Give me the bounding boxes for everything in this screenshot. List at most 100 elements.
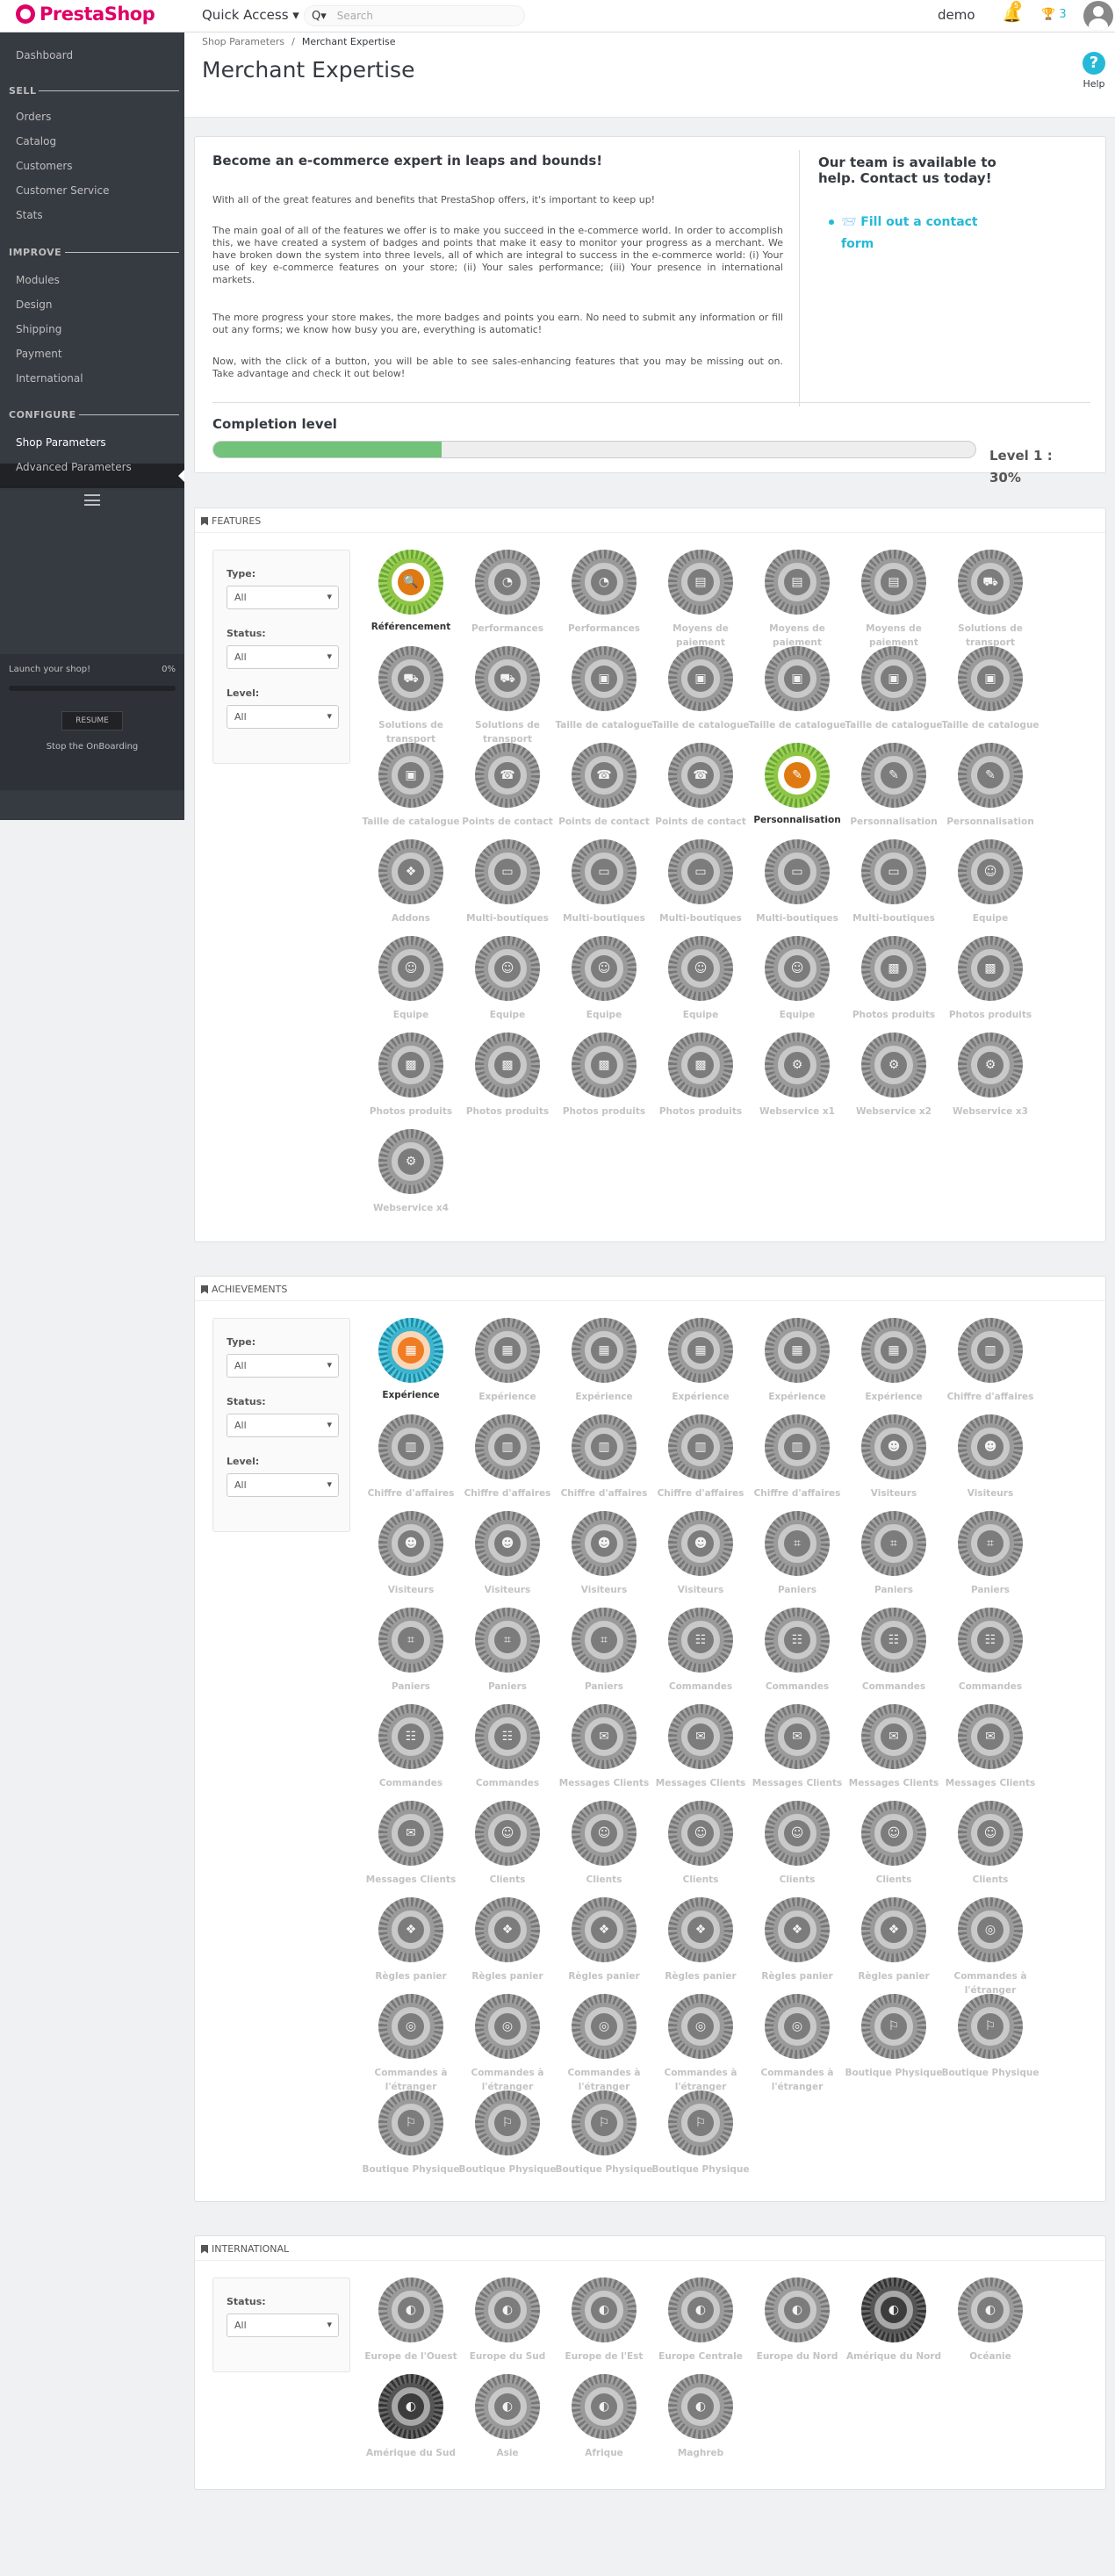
badge-item[interactable]: ⌗ Paniers (745, 1511, 832, 1606)
badge-item[interactable]: ❖ Règles panier (551, 1897, 640, 1992)
sidebar-item-advanced-parameters[interactable]: Advanced Parameters (16, 461, 132, 473)
badge-item[interactable]: ◐ Amérique du Sud (358, 2374, 456, 2469)
sidebar-item-payment[interactable]: Payment (16, 348, 62, 360)
badge-item[interactable]: ⚐ Boutique Physique (841, 1994, 943, 2089)
badge-item[interactable]: ❖ Règles panier (358, 1897, 447, 1992)
sidebar-item-customers[interactable]: Customers (16, 160, 73, 172)
badge-item[interactable]: ▩ Photos produits (551, 1033, 645, 1127)
quick-access-dropdown[interactable]: Quick Access ▾ (202, 7, 299, 23)
badge-item[interactable]: ◐ Europe Centrale (648, 2277, 743, 2372)
badge-item[interactable]: ⚙ Webservice x1 (745, 1033, 835, 1127)
badge-item[interactable]: ▥ Chiffre d'affaires (938, 1318, 1033, 1413)
badge-item[interactable]: ▣ Taille de catalogue (938, 646, 1039, 741)
sidebar-item-catalog[interactable]: Catalog (16, 135, 56, 148)
badge-item[interactable]: ❖ Règles panier (648, 1897, 737, 1992)
badge-item[interactable]: ▥ Chiffre d'affaires (455, 1414, 550, 1509)
badge-item[interactable]: ▭ Multi-boutiques (648, 839, 742, 934)
badge-item[interactable]: ⌗ Paniers (841, 1511, 929, 1606)
badge-item[interactable]: ⚐ Boutique Physique (648, 2090, 750, 2185)
shop-name-link[interactable]: demo (938, 7, 975, 23)
badge-item[interactable]: ☻ Visiteurs (841, 1414, 929, 1509)
badge-item[interactable]: ☻ Visiteurs (358, 1511, 446, 1606)
badge-item[interactable]: ▩ Photos produits (841, 936, 935, 1031)
search-input[interactable]: Search (337, 10, 373, 22)
search-icon[interactable]: Q▾ (312, 10, 327, 23)
sidebar-item-design[interactable]: Design (16, 299, 52, 311)
badge-item[interactable]: ⚙ Webservice x4 (358, 1129, 449, 1224)
badge-item[interactable]: ▤ Moyens de paiement (745, 550, 832, 648)
badge-item[interactable]: ⌗ Paniers (938, 1511, 1025, 1606)
badge-item[interactable]: ✎ Personnalisation (938, 743, 1034, 838)
badge-item[interactable]: ⚐ Boutique Physique (358, 2090, 460, 2185)
badge-item[interactable]: ◐ Europe de l'Est (551, 2277, 643, 2372)
badge-item[interactable]: ✉ Messages Clients (938, 1704, 1035, 1799)
badge-item[interactable]: ☎ Points de contact (648, 743, 746, 838)
badge-item[interactable]: ☻ Visiteurs (455, 1511, 543, 1606)
badge-item[interactable]: ⛟ Solutions de transport (358, 646, 446, 745)
breadcrumb-parent-link[interactable]: Shop Parameters (202, 36, 284, 47)
badge-item[interactable]: ⌗ Paniers (551, 1608, 639, 1702)
badge-item[interactable]: ◐ Afrique (551, 2374, 639, 2469)
badge-item[interactable]: ☺ Clients (551, 1801, 639, 1896)
badge-item[interactable]: ▭ Multi-boutiques (841, 839, 935, 934)
badge-item[interactable]: ▭ Multi-boutiques (745, 839, 838, 934)
filter-type-select[interactable]: All (227, 586, 339, 609)
badge-item[interactable]: ◎ Commandes à l'étranger (648, 1994, 737, 2092)
badge-item[interactable]: ☎ Points de contact (551, 743, 650, 838)
notifications-bell-icon[interactable]: 🔔 5 (1003, 1, 1021, 24)
badge-item[interactable]: ◔ Performances (551, 550, 640, 644)
badge-item[interactable]: ☻ Visiteurs (648, 1511, 736, 1606)
badge-item[interactable]: ◐ Europe de l'Ouest (358, 2277, 457, 2372)
filter-level-select[interactable]: All (227, 705, 339, 729)
badge-item[interactable]: ▥ Chiffre d'affaires (648, 1414, 744, 1509)
badge-item[interactable]: ⚙ Webservice x2 (841, 1033, 932, 1127)
badge-item[interactable]: ▦ Expérience (455, 1318, 543, 1413)
trophy-badge-count[interactable]: 🏆 3 (1041, 8, 1067, 21)
badge-item[interactable]: ◐ Océanie (938, 2277, 1025, 2372)
prestashop-logo[interactable]: PrestaShop (16, 4, 155, 25)
badge-item[interactable]: ◐ Europe du Nord (745, 2277, 838, 2372)
badge-item[interactable]: ⌗ Paniers (358, 1608, 446, 1702)
filter-level-select[interactable]: All (227, 1473, 339, 1497)
employee-avatar[interactable] (1083, 1, 1113, 31)
badge-item[interactable]: ✉ Messages Clients (745, 1704, 842, 1799)
badge-item[interactable]: ✉ Messages Clients (648, 1704, 745, 1799)
badge-item[interactable]: ☷ Commandes (841, 1608, 929, 1702)
badge-item[interactable]: ☺ Equipe (938, 839, 1025, 934)
badge-item[interactable]: ◔ Performances (455, 550, 543, 644)
badge-item[interactable]: ☺ Equipe (455, 936, 543, 1031)
badge-item[interactable]: ▩ Photos produits (648, 1033, 742, 1127)
badge-item[interactable]: ☺ Equipe (745, 936, 832, 1031)
badge-item[interactable]: ▦ Expérience (551, 1318, 639, 1413)
badge-item[interactable]: ◎ Commandes à l'étranger (455, 1994, 544, 2092)
badge-item[interactable]: ☺ Clients (648, 1801, 736, 1896)
search-bar[interactable]: Q▾ Search (304, 5, 525, 26)
badge-item[interactable]: ❖ Règles panier (841, 1897, 930, 1992)
badge-item[interactable]: ☻ Visiteurs (938, 1414, 1025, 1509)
menu-collapse-icon[interactable] (84, 494, 100, 506)
badge-item[interactable]: ▣ Taille de catalogue (358, 743, 460, 838)
badge-item[interactable]: ☷ Commandes (455, 1704, 543, 1799)
badge-item[interactable]: ⚙ Webservice x3 (938, 1033, 1028, 1127)
sidebar-item-stats[interactable]: Stats (16, 209, 43, 221)
badge-item[interactable]: ⚐ Boutique Physique (455, 2090, 557, 2185)
badge-item[interactable]: ◎ Commandes à l'étranger (358, 1994, 448, 2092)
badge-item[interactable]: ✎ Personnalisation (841, 743, 938, 838)
sidebar-item-customer-service[interactable]: Customer Service (16, 184, 109, 197)
badge-item[interactable]: ☻ Visiteurs (551, 1511, 639, 1606)
badge-item[interactable]: ☺ Clients (455, 1801, 543, 1896)
badge-item[interactable]: ▦ Expérience (648, 1318, 736, 1413)
badge-item[interactable]: ◐ Maghreb (648, 2374, 736, 2469)
badge-item[interactable]: 🔍 Référencement (358, 550, 450, 644)
badge-item[interactable]: ◐ Amérique du Nord (841, 2277, 941, 2372)
badge-item[interactable]: ▩ Photos produits (938, 936, 1032, 1031)
stop-onboarding-link[interactable]: Stop the OnBoarding (0, 742, 184, 752)
filter-type-select[interactable]: All (227, 1354, 339, 1378)
badge-item[interactable]: ❖ Addons (358, 839, 446, 934)
badge-item[interactable]: ▣ Taille de catalogue (745, 646, 846, 741)
badge-item[interactable]: ✉ Messages Clients (358, 1801, 456, 1896)
resume-onboarding-button[interactable]: RESUME (61, 711, 123, 730)
contact-form-link[interactable]: 📨 Fill out a contact form (829, 212, 999, 255)
badge-item[interactable]: ▣ Taille de catalogue (648, 646, 750, 741)
badge-item[interactable]: ▭ Multi-boutiques (455, 839, 549, 934)
